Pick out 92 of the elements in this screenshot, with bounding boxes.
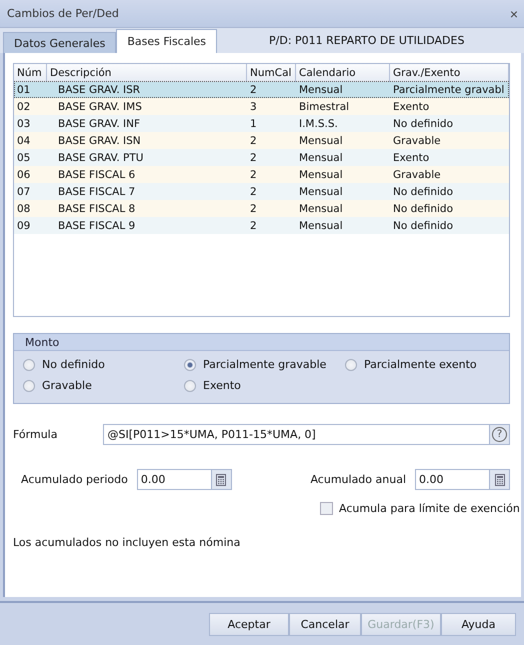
formula-label: Fórmula	[13, 428, 58, 441]
table-cell-text: No definido	[392, 202, 454, 214]
table-cell-text: Parcialmente gravabl	[392, 84, 506, 96]
table-cell-text: No definido	[392, 118, 454, 130]
table-cell-text: Exento	[392, 152, 430, 164]
column-header[interactable]: Descripción	[47, 64, 247, 82]
table-cell-text: BASE GRAV. INF	[57, 118, 142, 130]
table-cell-text: Exento	[392, 100, 430, 112]
table-cell-text: Gravable	[392, 134, 442, 146]
table-cell-text: 3	[249, 100, 258, 112]
table-cell-text: No definido	[392, 220, 454, 232]
field-label: Acumulado periodo	[21, 473, 128, 486]
dialog-button[interactable]: Cancelar	[289, 612, 361, 636]
table-cell-text: BASE FISCAL 8	[57, 202, 136, 214]
table-cell-text: BASE FISCAL 9	[57, 220, 136, 232]
table-cell-text: 2	[249, 152, 258, 164]
radio-label: Gravable	[42, 379, 92, 392]
checkbox[interactable]	[320, 502, 333, 515]
header-text: P/D: P011 REPARTO DE UTILIDADES	[269, 34, 464, 47]
help-button[interactable]: ?	[489, 425, 509, 444]
tab[interactable]: Datos Generales	[3, 32, 116, 53]
table-cell-text: Mensual	[298, 134, 344, 146]
table-cell-text: Mensual	[298, 84, 344, 96]
table-cell-text: 2	[249, 134, 258, 146]
table-cell-text: I.M.S.S.	[298, 118, 339, 130]
radio-label: Exento	[203, 379, 241, 392]
table-cell-text: BASE GRAV. IMS	[57, 100, 143, 112]
table-cell-text: Gravable	[392, 168, 442, 180]
radio-button[interactable]	[23, 358, 35, 370]
group-title: Monto	[14, 334, 509, 351]
formula-field[interactable]: @SI[P011>15*UMA, P011-15*UMA, 0] ?	[103, 424, 510, 445]
field-label: Acumulado anual	[310, 473, 406, 486]
calculator-icon	[216, 474, 226, 486]
radio-label: No definido	[42, 358, 105, 371]
column-header[interactable]: NumCal	[247, 64, 296, 82]
table-row[interactable]: 08 BASE FISCAL 8 2 Mensual No definido	[14, 200, 509, 217]
table-cell-text: BASE GRAV. ISN	[57, 134, 142, 146]
table-cell-text: Bimestral	[298, 100, 350, 112]
column-header[interactable]: Calendario	[296, 64, 390, 82]
table-cell-text: 2	[249, 84, 258, 96]
table-row[interactable]: 06 BASE FISCAL 6 2 Mensual Gravable	[14, 166, 509, 183]
calculator-button[interactable]	[489, 470, 509, 489]
table-cell-text: Mensual	[298, 168, 344, 180]
table-cell-text: 09	[16, 220, 32, 232]
dialog-button[interactable]: Ayuda	[441, 612, 516, 636]
table-row[interactable]: 05 BASE GRAV. PTU 2 Mensual Exento	[14, 149, 509, 166]
table-cell-text: BASE FISCAL 6	[57, 168, 136, 180]
table-cell-text: 03	[16, 118, 32, 130]
dialog-button[interactable]: Aceptar	[209, 612, 289, 636]
column-header[interactable]: Grav./Exento	[390, 64, 509, 82]
table-cell-text: 08	[16, 202, 32, 214]
table-cell-text: BASE FISCAL 7	[57, 186, 136, 198]
table-cell-text: BASE GRAV. PTU	[57, 152, 144, 164]
table-cell-text: 01	[16, 84, 32, 96]
table-cell-text: Mensual	[298, 186, 344, 198]
table-row[interactable]: 04 BASE GRAV. ISN 2 Mensual Gravable	[14, 132, 509, 149]
table-row[interactable]: 03 BASE GRAV. INF 1 I.M.S.S. No definido	[14, 115, 509, 132]
input-field[interactable]: 0.00	[415, 469, 510, 490]
table-row[interactable]: 07 BASE FISCAL 7 2 Mensual No definido	[14, 183, 509, 200]
calculator-icon	[494, 474, 504, 486]
table-cell-text: 06	[16, 168, 32, 180]
table-cell-text: Mensual	[298, 152, 344, 164]
table-cell-text: 2	[249, 202, 258, 214]
close-button[interactable]: ×	[510, 6, 518, 22]
table-cell-text: 04	[16, 134, 32, 146]
table-cell-text: 1	[249, 118, 258, 130]
table-row[interactable]: 01 BASE GRAV. ISR 2 Mensual Parcialmente gravabl	[14, 81, 509, 98]
radio-button[interactable]	[184, 358, 196, 370]
table-cell-text: Mensual	[298, 220, 344, 232]
table-cell-text: 2	[249, 186, 258, 198]
radio-button[interactable]	[23, 380, 35, 392]
table-cell-text: No definido	[392, 186, 454, 198]
tab[interactable]: Bases Fiscales	[116, 29, 218, 53]
table-row[interactable]: 02 BASE GRAV. IMS 3 Bimestral Exento	[14, 98, 509, 115]
radio-label: Parcialmente exento	[364, 358, 477, 371]
table-cell-text: 2	[249, 168, 258, 180]
radio-button[interactable]	[345, 358, 357, 370]
table-cell-text: 05	[16, 152, 32, 164]
window-title: Cambios de Per/Ded	[7, 7, 119, 20]
input-field[interactable]: 0.00	[136, 469, 232, 490]
radio-label: Parcialmente gravable	[203, 358, 326, 371]
table-cell-text: 2	[249, 220, 258, 232]
checkbox-label: Acumula para límite de exención	[339, 502, 520, 515]
table-cell-text: 02	[16, 100, 32, 112]
radio-button[interactable]	[184, 380, 196, 392]
note-text: Los acumulados no incluyen esta nómina	[13, 536, 242, 549]
column-header[interactable]: Núm	[14, 64, 47, 82]
table-row[interactable]: 09 BASE FISCAL 9 2 Mensual No definido	[14, 217, 509, 234]
table-cell-text: 07	[16, 186, 32, 198]
table-cell-text: Mensual	[298, 202, 344, 214]
calculator-button[interactable]	[210, 470, 231, 489]
table-cell-text: BASE GRAV. ISR	[57, 84, 142, 96]
